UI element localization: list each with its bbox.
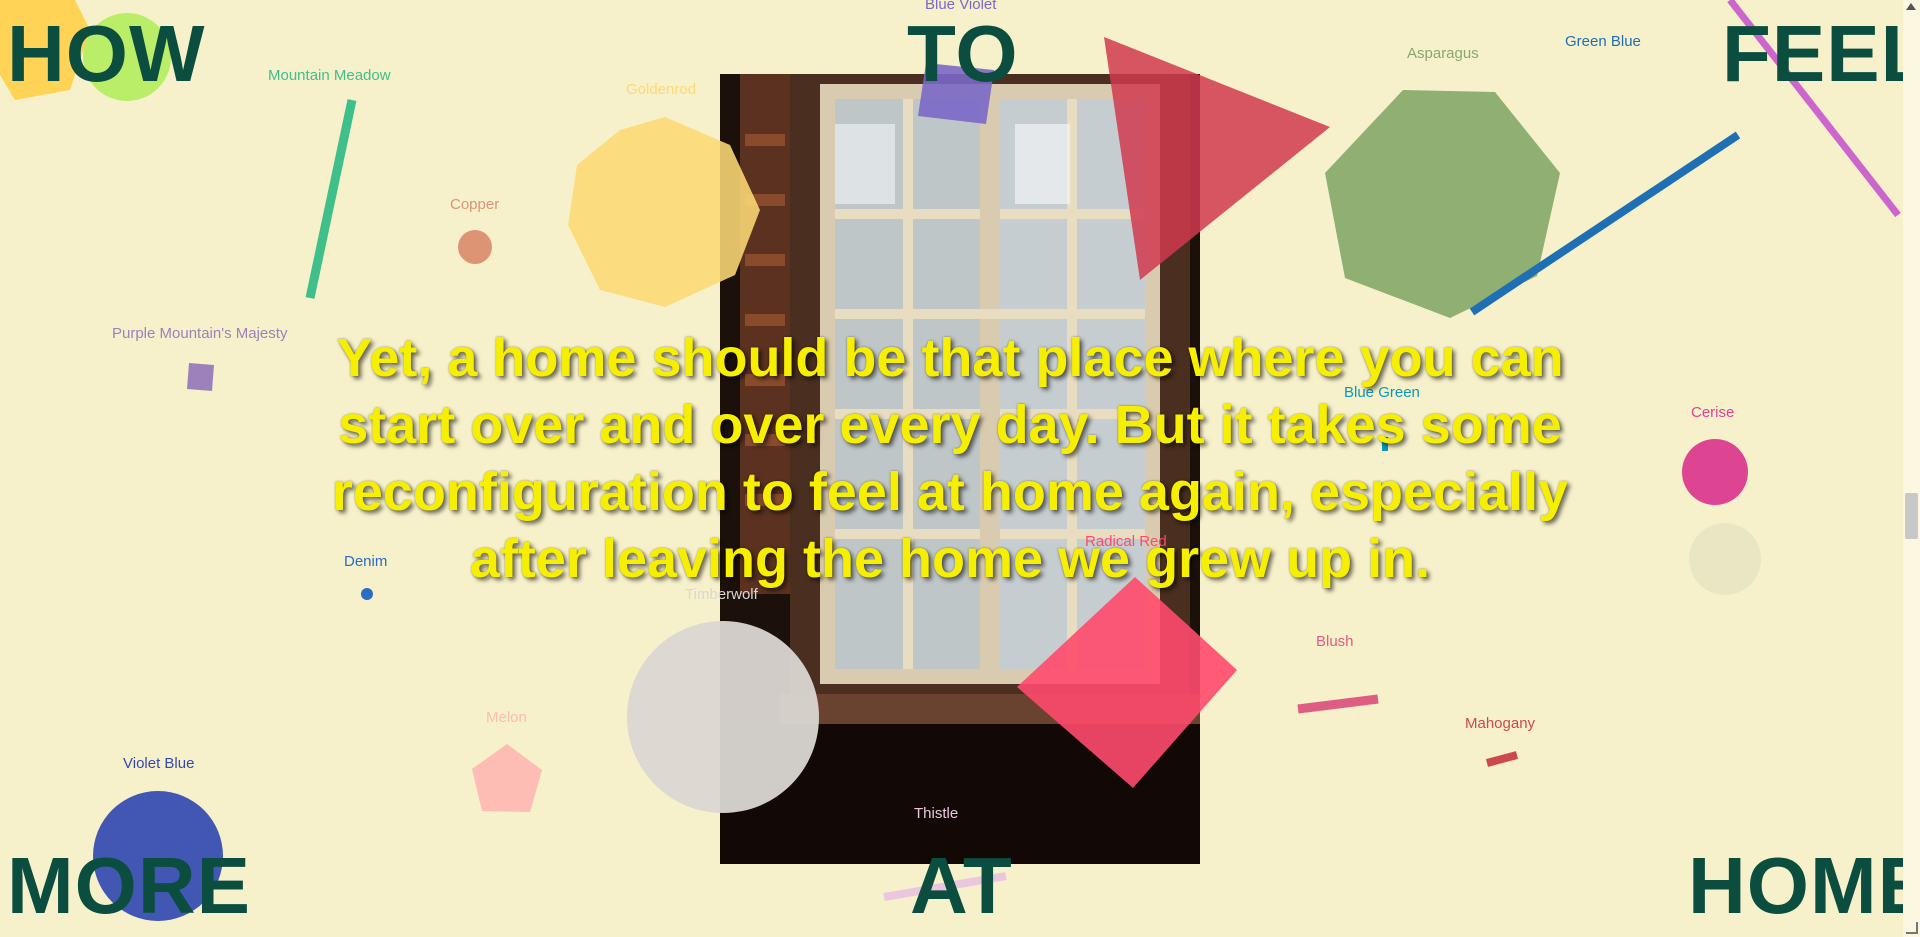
label-green-blue: Green Blue xyxy=(1565,33,1641,50)
label-thistle: Thistle xyxy=(914,805,959,822)
timberwolf-circle-shape xyxy=(627,621,819,813)
mountain-meadow-line-shape xyxy=(305,99,357,299)
scroll-up-icon[interactable] xyxy=(1906,3,1916,10)
headline-word-feel: FEEL xyxy=(1722,9,1920,98)
copper-circle-shape xyxy=(458,230,492,264)
label-melon: Melon xyxy=(486,709,527,726)
headline-word-to: TO xyxy=(907,9,1019,98)
melon-pentagon-shape xyxy=(472,744,542,812)
radical-red-diamond-shape xyxy=(1017,577,1237,788)
label-mahogany: Mahogany xyxy=(1465,715,1536,732)
scrollbar-thumb[interactable] xyxy=(1905,493,1918,539)
headline-word-at: AT xyxy=(910,841,1013,930)
purple-mountains-majesty-square-shape xyxy=(187,363,214,391)
quote-text: Yet, a home should be that place where y… xyxy=(331,328,1569,589)
label-violet-blue: Violet Blue xyxy=(123,755,195,772)
label-mountain-meadow: Mountain Meadow xyxy=(268,67,391,84)
headline-word-home: HOME xyxy=(1688,841,1920,930)
vertical-scrollbar[interactable] xyxy=(1903,0,1920,937)
faint-green-circle-shape xyxy=(1689,523,1761,595)
label-asparagus: Asparagus xyxy=(1407,45,1479,62)
mahogany-line-shape xyxy=(1485,751,1519,767)
brink-pink-triangle-shape xyxy=(1104,37,1330,280)
green-blue-line-shape xyxy=(1469,131,1741,316)
goldenrod-polygon-shape xyxy=(568,117,760,307)
blush-line-shape xyxy=(1297,694,1379,714)
headline-word-more: MORE xyxy=(7,841,251,930)
resize-grip-icon[interactable] xyxy=(1906,922,1918,934)
cerise-circle-shape xyxy=(1682,439,1748,505)
label-cerise: Cerise xyxy=(1691,404,1735,421)
label-copper: Copper xyxy=(450,196,500,213)
headline-word-how: HOW xyxy=(7,9,206,98)
label-blush: Blush xyxy=(1316,633,1354,650)
label-goldenrod: Goldenrod xyxy=(626,81,697,98)
label-purple-mountains-majesty: Purple Mountain's Majesty xyxy=(112,325,288,342)
